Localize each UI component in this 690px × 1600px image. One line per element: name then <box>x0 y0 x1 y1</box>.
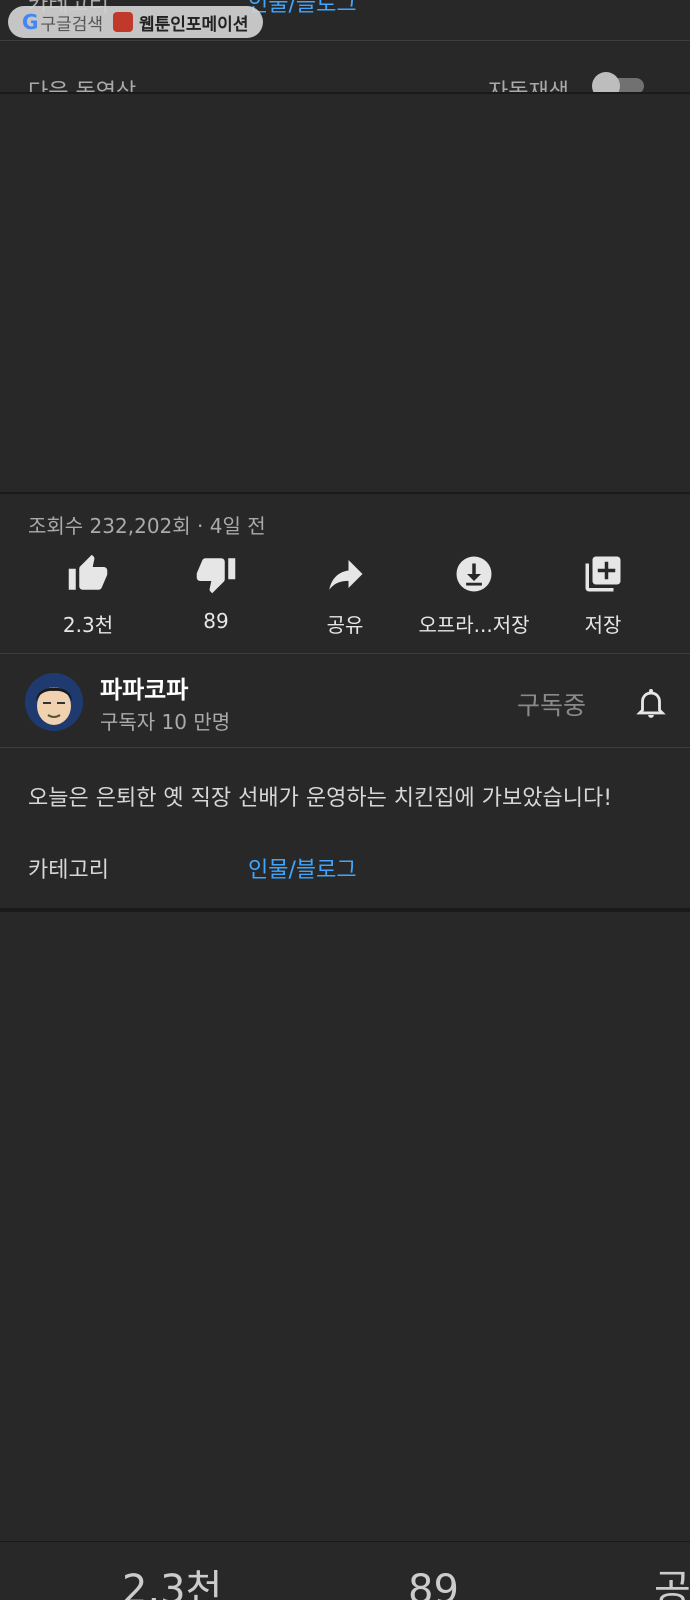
divider <box>0 40 690 41</box>
google-search-label: 구글검색 <box>40 14 103 35</box>
thumbs-down-icon <box>196 558 236 594</box>
offline-save-button[interactable]: 오프라...저장 <box>404 553 544 638</box>
webtoon-icon <box>112 12 133 32</box>
divider <box>0 1541 690 1542</box>
like-count: 2.3천 <box>62 613 114 637</box>
google-icon: G <box>22 10 39 34</box>
avatar-face-icon <box>25 673 83 731</box>
bottom-action-overlay: 2.3천 89 공 <box>0 1560 690 1600</box>
divider <box>0 747 690 748</box>
action-bar: 2.3천 89 공유 오프라...저장 저장 <box>0 553 690 637</box>
divider <box>0 908 690 912</box>
share-label: 공유 <box>326 613 364 637</box>
next-videos-label: 다음 동영상 <box>28 80 137 94</box>
channel-name[interactable]: 파파코파 <box>100 670 188 705</box>
notification-bell-icon[interactable] <box>634 684 668 722</box>
views-and-date: 조회수 232,202회 · 4일 전 <box>28 514 266 538</box>
webtoon-info-label: 웹툰인포메이션 <box>138 14 249 35</box>
category-link[interactable]: 인물/블로그 <box>248 852 357 884</box>
like-button[interactable]: 2.3천 <box>18 553 158 638</box>
playlist-add-icon <box>585 556 621 592</box>
save-playlist-button[interactable]: 저장 <box>533 553 673 638</box>
divider <box>0 92 690 94</box>
video-description: 오늘은 은퇴한 옛 직장 선배가 운영하는 치킨집에 가보았습니다! <box>28 786 613 811</box>
overlay-like-count[interactable]: 2.3천 <box>122 1560 222 1600</box>
overlay-share-partial[interactable]: 공 <box>654 1560 690 1600</box>
subscriber-count: 구독자 10 만명 <box>100 710 231 734</box>
divider <box>0 492 690 494</box>
download-icon <box>456 556 492 592</box>
thumbs-up-icon <box>68 554 108 590</box>
youtube-watch-page: 카테고리 인물/블로그 다음 동영상 자동재생 G 구글검색 웹툰인포메이션 조… <box>0 0 690 1600</box>
share-button[interactable]: 공유 <box>275 553 415 638</box>
dislike-button[interactable]: 89 <box>146 553 286 633</box>
category-link-clipped[interactable]: 인물/블로그 <box>248 0 357 18</box>
overlay-dislike-count[interactable]: 89 <box>408 1560 459 1600</box>
share-arrow-icon <box>329 560 363 590</box>
save-label: 저장 <box>584 613 622 637</box>
autoplay-toggle[interactable] <box>592 72 648 94</box>
category-label: 카테고리 <box>28 858 109 883</box>
autoplay-label: 자동재생 <box>488 80 569 94</box>
subscribed-button[interactable]: 구독중 <box>517 686 586 722</box>
dislike-count: 89 <box>203 609 229 633</box>
channel-avatar[interactable] <box>25 673 83 731</box>
offline-save-label: 오프라...저장 <box>418 613 530 637</box>
divider <box>0 653 690 654</box>
browser-search-chip[interactable]: G 구글검색 웹툰인포메이션 <box>8 6 263 38</box>
